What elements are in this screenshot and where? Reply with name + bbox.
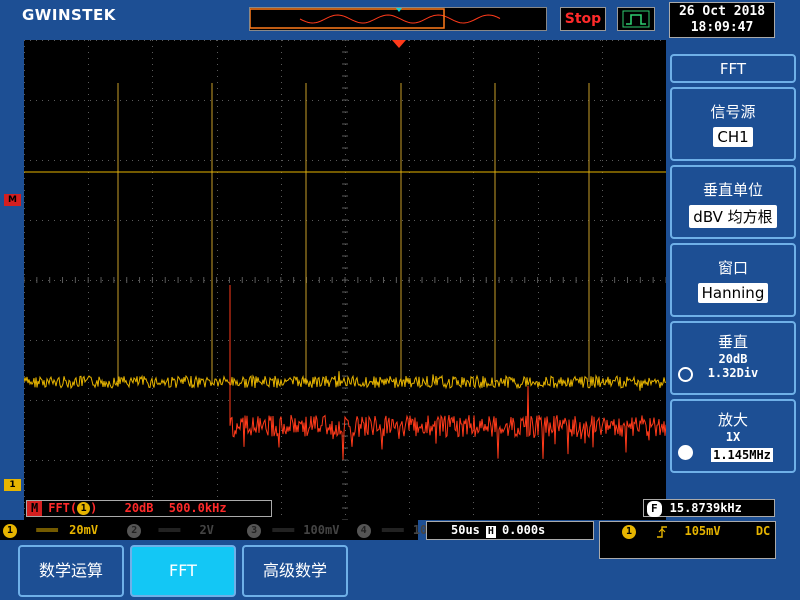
source-label: 信号源 — [710, 103, 756, 121]
memory-overview-bar[interactable] — [249, 7, 547, 31]
fft-source-suffix: ) — [90, 501, 98, 515]
ch1-source-icon: 1 — [77, 502, 91, 515]
zoom-center-value: 1.145MHz — [711, 448, 773, 462]
waveform-display[interactable] — [24, 40, 666, 520]
zoom-label: 放大 — [717, 411, 748, 429]
overview-waveform — [249, 8, 501, 29]
trigger-position-marker — [392, 40, 406, 48]
dc-coupling-icon: ═══ — [272, 523, 295, 537]
time-text: 18:09:47 — [690, 20, 754, 35]
ch2-scale: 2V — [199, 523, 214, 537]
window-menu-button[interactable]: 窗口 Hanning — [670, 243, 796, 317]
run-stop-status[interactable]: Stop — [560, 7, 606, 31]
side-menu-title-text: FFT — [719, 60, 747, 78]
vertical-unit-menu-button[interactable]: 垂直单位 dBV 均方根 — [670, 165, 796, 239]
timebase-readout[interactable]: 50us H 0.000s — [426, 521, 594, 540]
side-menu-title: FFT — [670, 54, 796, 83]
frequency-readout: F 15.8739kHz — [643, 499, 775, 517]
math-info-readout: M FFT(1) 20dB 500.0kHz — [26, 500, 272, 517]
softkey-advanced-math[interactable]: 高级数学 — [242, 545, 348, 597]
fft-span: 500.0kHz — [168, 501, 227, 515]
trigger-coupling: DC — [755, 524, 771, 538]
fft-scale: 20dB — [124, 501, 154, 515]
overview-window — [249, 8, 445, 29]
vertical-unit-label: 垂直单位 — [702, 181, 763, 199]
softkey-math[interactable]: 数学运算 — [18, 545, 124, 597]
fft-waveform — [229, 285, 666, 460]
horizontal-position: 0.000s — [501, 523, 546, 537]
frequency-value: 15.8739kHz — [669, 501, 742, 515]
trigger-mode-indicator[interactable] — [617, 7, 655, 31]
dc-coupling-icon: ═══ — [381, 523, 404, 537]
zoom-factor-value: 1X — [725, 430, 741, 444]
ch4-number-icon[interactable]: 4 — [356, 523, 371, 538]
overview-trigger-marker — [396, 8, 402, 12]
trigger-source-icon: 1 — [622, 524, 636, 539]
ch3-number-icon[interactable]: 3 — [247, 523, 262, 538]
channel-status-bar: 1 ═══ 20mV 2 ═══ 2V 3 ═══ 100mV 4 ═══ 10… — [0, 520, 449, 540]
fft-source-prefix: FFT( — [48, 501, 78, 515]
vertical-unit-value: dBV 均方根 — [689, 205, 777, 228]
ch1-level-marker[interactable]: 1 — [4, 479, 21, 491]
brand-logo: GWINSTEK — [22, 6, 116, 24]
ch1-scale: 20mV — [69, 523, 99, 537]
math-level-marker[interactable]: M — [4, 194, 21, 206]
ch1-number-icon[interactable]: 1 — [3, 523, 17, 538]
ch3-scale: 100mV — [303, 523, 340, 537]
vertical-label: 垂直 — [717, 333, 748, 351]
source-menu-button[interactable]: 信号源 CH1 — [670, 87, 796, 161]
source-value: CH1 — [713, 127, 753, 147]
softkey-fft[interactable]: FFT — [130, 545, 236, 597]
horizontal-position-icon: H — [485, 526, 496, 538]
window-value: Hanning — [697, 283, 769, 303]
variable-knob-icon — [678, 367, 693, 382]
window-label: 窗口 — [717, 259, 748, 277]
dc-coupling-icon: ═══ — [36, 523, 58, 537]
ch2-number-icon[interactable]: 2 — [127, 523, 142, 538]
zoom-menu-button[interactable]: 放大 1X 1.145MHz — [670, 399, 796, 473]
date-text: 26 Oct 2018 — [678, 4, 766, 19]
graticule — [24, 40, 666, 520]
datetime-display: 26 Oct 2018 18:09:47 — [669, 2, 775, 38]
trigger-level: 105mV — [684, 524, 721, 538]
rising-edge-icon — [657, 525, 668, 538]
vertical-scale-value: 20dB — [718, 352, 748, 366]
timebase-scale: 50us — [451, 523, 480, 537]
pulse-icon — [622, 10, 650, 28]
vertical-menu-button[interactable]: 垂直 20dB 1.32Div — [670, 321, 796, 395]
dc-coupling-icon: ═══ — [158, 523, 181, 537]
math-badge: M — [27, 501, 43, 516]
trigger-readout[interactable]: 1 105mV DC — [599, 521, 776, 559]
variable-knob-icon — [678, 445, 693, 460]
frequency-badge: F — [647, 501, 662, 517]
